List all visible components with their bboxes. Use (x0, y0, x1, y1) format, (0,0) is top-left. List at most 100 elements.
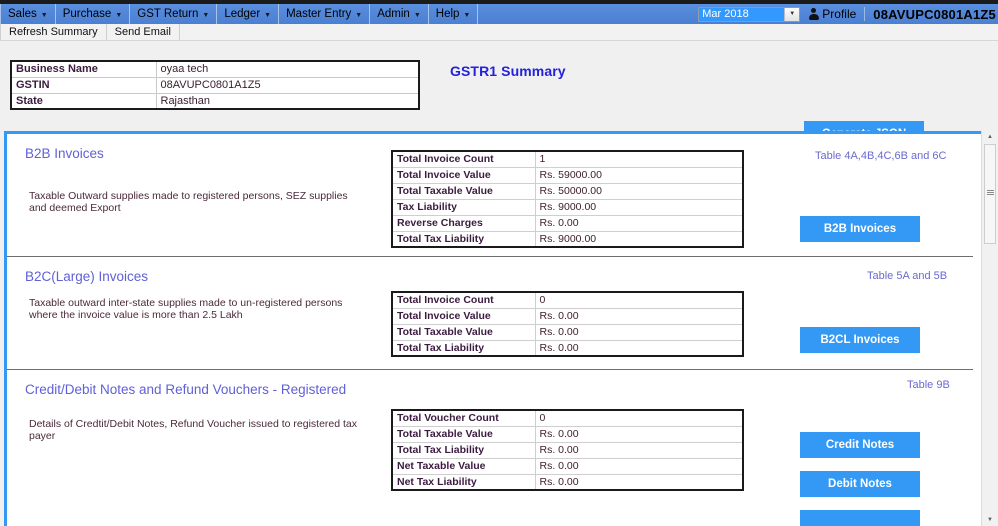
table-row: Total Invoice Value Rs. 0.00 (391, 307, 744, 325)
table-row: Net Tax Liability Rs. 0.00 (391, 473, 744, 491)
profile-label: Profile (822, 7, 857, 21)
credit-debit-summary-table: Total Voucher Count 0 Total Taxable Valu… (391, 409, 744, 491)
row-label: Total Taxable Value (391, 425, 536, 443)
menu-item-gst-return[interactable]: GST Return ▼ (130, 4, 218, 24)
row-value: 1 (534, 150, 744, 168)
row-label: Total Invoice Value (391, 307, 536, 325)
chevron-down-icon: ▼ (355, 11, 363, 19)
row-label: Total Voucher Count (391, 409, 536, 427)
menu-label: Purchase (62, 8, 112, 20)
section-description: Taxable outward inter-state supplies mad… (29, 297, 343, 321)
menu-item-help[interactable]: Help ▼ (429, 4, 479, 24)
table-row: Net Taxable Value Rs. 0.00 (391, 457, 744, 475)
row-label: Net Tax Liability (391, 473, 536, 491)
scrollbar-grip-icon (987, 190, 994, 196)
b2cl-invoices-button[interactable]: B2CL Invoices (800, 327, 920, 353)
business-name-value: oyaa tech (155, 60, 420, 78)
send-email-button[interactable]: Send Email (107, 23, 180, 41)
summary-sections-panel: B2B Invoices Taxable Outward supplies ma… (4, 131, 994, 526)
profile-button[interactable]: Profile (808, 7, 866, 21)
scrollbar-thumb[interactable] (984, 144, 996, 244)
table-row: Reverse Charges Rs. 0.00 (391, 214, 744, 232)
row-value: Rs. 0.00 (534, 425, 744, 443)
menu-item-ledger[interactable]: Ledger ▼ (217, 4, 280, 24)
debit-notes-button[interactable]: Debit Notes (800, 471, 920, 497)
table-row: Total Tax Liability Rs. 0.00 (391, 441, 744, 459)
header-gstin-display: 08AVUPC0801A1Z5 (873, 6, 996, 22)
table-row: Business Name oyaa tech (10, 60, 420, 78)
table-row: Total Tax Liability Rs. 0.00 (391, 339, 744, 357)
menu-item-admin[interactable]: Admin ▼ (370, 4, 429, 24)
chevron-down-icon: ▼ (202, 11, 210, 19)
chevron-down-icon: ▼ (463, 11, 471, 19)
row-label: Total Invoice Value (391, 166, 536, 184)
table-row: State Rajasthan (10, 92, 420, 110)
menu-item-master-entry[interactable]: Master Entry ▼ (279, 4, 371, 24)
b2cl-summary-table: Total Invoice Count 0 Total Invoice Valu… (391, 291, 744, 357)
row-label: Total Invoice Count (391, 291, 536, 309)
chevron-down-icon: ▼ (264, 11, 272, 19)
row-value: 0 (534, 409, 744, 427)
section-table-reference: Table 4A,4B,4C,6B and 6C (815, 150, 947, 162)
table-row: Total Invoice Count 1 (391, 150, 744, 168)
chevron-down-icon: ▼ (413, 11, 421, 19)
secondary-toolbar: Refresh Summary Send Email (0, 23, 998, 41)
row-value: 0 (534, 291, 744, 309)
row-label: Reverse Charges (391, 214, 536, 232)
table-row: Total Taxable Value Rs. 0.00 (391, 425, 744, 443)
b2b-invoices-button[interactable]: B2B Invoices (800, 216, 920, 242)
scroll-up-arrow-icon[interactable]: ▲ (982, 131, 998, 143)
row-value: Rs. 0.00 (534, 457, 744, 475)
refund-vouchers-button[interactable] (800, 510, 920, 526)
menu-item-sales[interactable]: Sales ▼ (0, 4, 56, 24)
row-label: Total Taxable Value (391, 323, 536, 341)
row-value: Rs. 0.00 (534, 473, 744, 491)
section-credit-debit-notes: Credit/Debit Notes and Refund Vouchers -… (7, 370, 973, 526)
business-info-table: Business Name oyaa tech GSTIN 08AVUPC080… (10, 60, 420, 110)
menu-label: GST Return (137, 8, 199, 20)
table-row: Tax Liability Rs. 9000.00 (391, 198, 744, 216)
menu-label: Admin (377, 8, 410, 20)
table-row: Total Taxable Value Rs. 0.00 (391, 323, 744, 341)
row-value: Rs. 50000.00 (534, 182, 744, 200)
main-menu-bar: Sales ▼ Purchase ▼ GST Return ▼ Ledger ▼… (0, 4, 998, 24)
vertical-scrollbar[interactable]: ▲ ▼ (981, 131, 998, 526)
row-value: Rs. 9000.00 (534, 198, 744, 216)
row-value: Rs. 0.00 (534, 323, 744, 341)
row-label: Total Tax Liability (391, 441, 536, 459)
row-value: Rs. 59000.00 (534, 166, 744, 184)
section-description: Details of Credtit/Debit Notes, Refund V… (29, 418, 358, 442)
section-title: B2B Invoices (25, 146, 104, 161)
table-row: GSTIN 08AVUPC0801A1Z5 (10, 76, 420, 94)
table-row: Total Invoice Value Rs. 59000.00 (391, 166, 744, 184)
row-label: Total Invoice Count (391, 150, 536, 168)
section-table-reference: Table 9B (907, 379, 950, 391)
state-label: State (10, 92, 157, 110)
section-description: Taxable Outward supplies made to registe… (29, 190, 348, 214)
state-value: Rajasthan (155, 92, 420, 110)
period-selected-value: Mar 2018 (699, 7, 785, 21)
chevron-down-icon: ▼ (40, 11, 48, 19)
business-name-label: Business Name (10, 60, 157, 78)
gstin-value: 08AVUPC0801A1Z5 (155, 76, 420, 94)
chevron-down-icon: ▼ (115, 11, 123, 19)
refresh-summary-button[interactable]: Refresh Summary (0, 23, 107, 41)
section-table-reference: Table 5A and 5B (867, 270, 948, 282)
period-select[interactable]: Mar 2018 ▼ (698, 6, 801, 22)
row-label: Net Taxable Value (391, 457, 536, 475)
page-title: GSTR1 Summary (450, 63, 566, 79)
menu-item-purchase[interactable]: Purchase ▼ (56, 4, 131, 24)
section-title: B2C(Large) Invoices (25, 269, 149, 284)
gstin-label: GSTIN (10, 76, 157, 94)
credit-notes-button[interactable]: Credit Notes (800, 432, 920, 458)
row-label: Tax Liability (391, 198, 536, 216)
table-row: Total Invoice Count 0 (391, 291, 744, 309)
row-label: Total Taxable Value (391, 182, 536, 200)
table-row: Total Tax Liability Rs. 9000.00 (391, 230, 744, 248)
menu-label: Help (435, 8, 460, 20)
row-value: Rs. 0.00 (534, 339, 744, 357)
scroll-down-arrow-icon[interactable]: ▼ (982, 514, 998, 526)
table-row: Total Voucher Count 0 (391, 409, 744, 427)
period-dropdown-arrow-icon[interactable]: ▼ (784, 7, 800, 21)
menu-label: Master Entry (286, 8, 352, 20)
